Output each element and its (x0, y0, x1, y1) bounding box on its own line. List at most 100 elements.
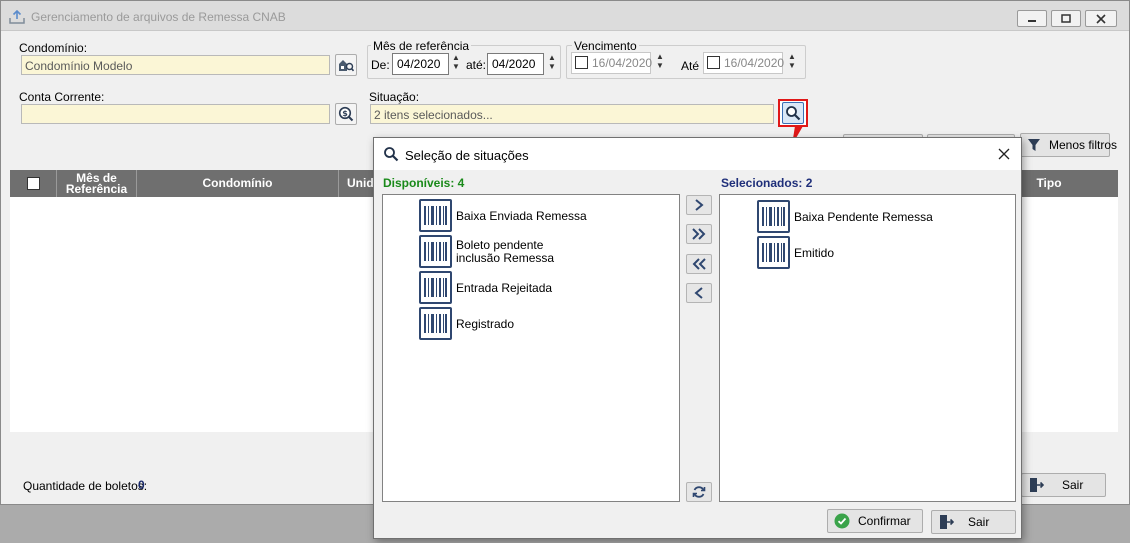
select-all-checkbox[interactable] (26, 177, 40, 190)
vencimento-to-value: 16/04/2020 (724, 56, 785, 70)
mes-de-spinner[interactable]: ▲ ▼ (451, 53, 461, 75)
move-all-right-button[interactable] (686, 224, 712, 244)
minimize-icon (1028, 19, 1036, 22)
dialog-sair-button[interactable]: Sair (931, 510, 1016, 534)
spin-down-icon: ▼ (656, 61, 664, 70)
selected-item-label: Emitido (794, 245, 835, 260)
chevron-left-icon (694, 287, 703, 299)
dialog-title: Seleção de situações (405, 148, 529, 163)
main-sair-button[interactable]: Sair (1021, 473, 1106, 497)
spin-down-icon: ▼ (452, 62, 460, 71)
mes-de-input[interactable]: 04/2020 (392, 53, 449, 75)
close-icon (1096, 13, 1106, 24)
close-icon (998, 148, 1010, 160)
condominio-search-button[interactable] (335, 54, 357, 76)
dialog-close-button[interactable] (994, 144, 1014, 164)
menos-filtros-label: Menos filtros (1049, 138, 1118, 152)
close-window-button[interactable] (1085, 10, 1117, 27)
selected-item-label: Baixa Pendente Remessa (794, 209, 933, 224)
situacao-field[interactable]: 2 itens selecionados... (370, 104, 774, 124)
spin-down-icon: ▼ (548, 62, 556, 71)
double-chevron-right-icon (692, 228, 706, 240)
mes-referencia-title: Mês de referência (371, 39, 472, 53)
vencimento-to-spinner[interactable]: ▲ ▼ (787, 52, 797, 74)
move-all-left-button[interactable] (686, 254, 712, 274)
available-item[interactable]: Boleto pendente inclusão Remessa (419, 235, 581, 268)
move-one-left-button[interactable] (686, 283, 712, 303)
selected-count-label: Selecionados: 2 (721, 176, 813, 190)
quantidade-label: Quantidade de boletos: (23, 479, 148, 493)
search-icon (383, 146, 399, 165)
money-search-icon: $ (338, 106, 354, 122)
vencimento-from-spinner[interactable]: ▲ ▼ (655, 52, 665, 74)
upload-file-icon (9, 9, 25, 27)
building-search-icon (339, 60, 354, 72)
situacao-search-button[interactable] (782, 102, 804, 124)
selected-item[interactable]: Emitido (757, 236, 834, 269)
available-item-label: Registrado (456, 316, 515, 331)
spin-up-icon: ▲ (788, 52, 796, 61)
available-item-label: Boleto pendente inclusão Remessa (456, 237, 555, 265)
spin-up-icon: ▲ (548, 53, 556, 62)
barcode-icon (757, 200, 790, 233)
vencimento-title: Vencimento (572, 39, 639, 53)
title-bar: Gerenciamento de arquivos de Remessa CNA… (1, 1, 1129, 31)
dialog-sair-label: Sair (968, 515, 990, 529)
confirmar-label: Confirmar (858, 514, 911, 528)
barcode-icon (419, 307, 452, 340)
double-chevron-left-icon (692, 258, 706, 270)
ate-label: até: (466, 58, 487, 72)
svg-text:$: $ (342, 109, 348, 118)
available-list[interactable]: Baixa Enviada Remessa Boleto pendente in… (382, 194, 680, 502)
spin-up-icon: ▲ (656, 52, 664, 61)
search-icon (786, 106, 801, 121)
spin-down-icon: ▼ (788, 61, 796, 70)
barcode-icon (419, 235, 452, 268)
de-label: De: (371, 58, 390, 72)
select-all-cell (10, 170, 57, 197)
vencimento-from-value: 16/04/2020 (592, 56, 653, 70)
condominio-label: Condomínio: (19, 41, 88, 55)
refresh-button[interactable] (686, 482, 712, 502)
maximize-icon (1061, 14, 1071, 23)
dialog-title-bar: Seleção de situações (374, 138, 1021, 170)
spin-up-icon: ▲ (452, 53, 460, 62)
available-item-label: Entrada Rejeitada (456, 280, 553, 295)
available-item[interactable]: Baixa Enviada Remessa (419, 199, 587, 232)
barcode-icon (757, 236, 790, 269)
available-count-label: Disponíveis: 4 (383, 176, 465, 190)
maximize-button[interactable] (1051, 10, 1081, 27)
barcode-icon (419, 199, 452, 232)
mes-ate-spinner[interactable]: ▲ ▼ (547, 53, 557, 75)
window-title: Gerenciamento de arquivos de Remessa CNA… (31, 10, 286, 24)
minimize-button[interactable] (1017, 10, 1047, 27)
vencimento-to-checkbox[interactable] (707, 56, 720, 69)
conta-corrente-search-button[interactable]: $ (335, 103, 357, 125)
refresh-icon (692, 486, 706, 498)
column-mes-referencia[interactable]: Mês de Referência (57, 170, 137, 197)
quantidade-value: 0 (138, 478, 145, 492)
selected-list[interactable]: Baixa Pendente Remessa Emitido (719, 194, 1016, 502)
selecao-situacoes-dialog: Seleção de situações Disponíveis: 4 Sele… (373, 137, 1022, 539)
available-item[interactable]: Registrado (419, 307, 514, 340)
condominio-field[interactable]: Condomínio Modelo (21, 55, 330, 75)
filter-icon (1028, 139, 1040, 151)
exit-door-icon (1030, 478, 1044, 492)
situacao-label: Situação: (369, 90, 420, 104)
chevron-right-icon (695, 199, 704, 211)
vencimento-from-checkbox[interactable] (575, 56, 588, 69)
confirmar-button[interactable]: Confirmar (827, 509, 923, 533)
mes-ate-input[interactable]: 04/2020 (487, 53, 544, 75)
main-sair-label: Sair (1062, 478, 1084, 492)
selected-item[interactable]: Baixa Pendente Remessa (757, 200, 933, 233)
move-one-right-button[interactable] (686, 195, 712, 215)
vencimento-ate-label: Até (681, 59, 700, 73)
available-item[interactable]: Entrada Rejeitada (419, 271, 552, 304)
exit-door-icon (940, 515, 954, 529)
column-condominio[interactable]: Condomínio (137, 170, 339, 197)
menos-filtros-button[interactable]: Menos filtros (1020, 133, 1117, 157)
check-circle-icon (834, 513, 850, 529)
available-item-label: Baixa Enviada Remessa (456, 208, 587, 223)
conta-corrente-field[interactable] (21, 104, 330, 124)
barcode-icon (419, 271, 452, 304)
